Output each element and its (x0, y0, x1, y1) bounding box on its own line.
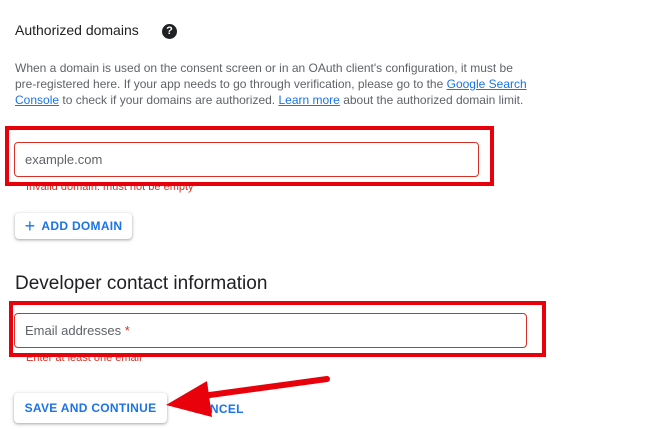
domain-input[interactable] (15, 143, 478, 176)
developer-contact-title: Developer contact information (15, 273, 268, 294)
domain-error-text: Invalid domain: must not be empty (26, 181, 194, 193)
description-text-1: When a domain is used on the consent scr… (15, 61, 513, 91)
domain-field (14, 142, 479, 177)
plus-icon: + (24, 216, 36, 236)
email-input[interactable] (15, 314, 526, 347)
authorized-domains-description: When a domain is used on the consent scr… (15, 60, 535, 108)
authorized-domains-title: Authorized domains (15, 22, 139, 38)
description-text-3: about the authorized domain limit. (339, 93, 524, 107)
email-error-text: Enter at least one email (26, 352, 142, 364)
help-icon[interactable]: ? (162, 24, 177, 39)
learn-more-link[interactable]: Learn more (278, 93, 339, 107)
add-domain-label: ADD DOMAIN (41, 219, 123, 233)
cancel-button[interactable]: CANCEL (192, 402, 244, 416)
save-and-continue-button[interactable]: SAVE AND CONTINUE (14, 393, 167, 423)
description-text-2: to check if your domains are authorized. (59, 93, 279, 107)
add-domain-button[interactable]: + ADD DOMAIN (15, 213, 132, 239)
email-field (14, 313, 527, 348)
